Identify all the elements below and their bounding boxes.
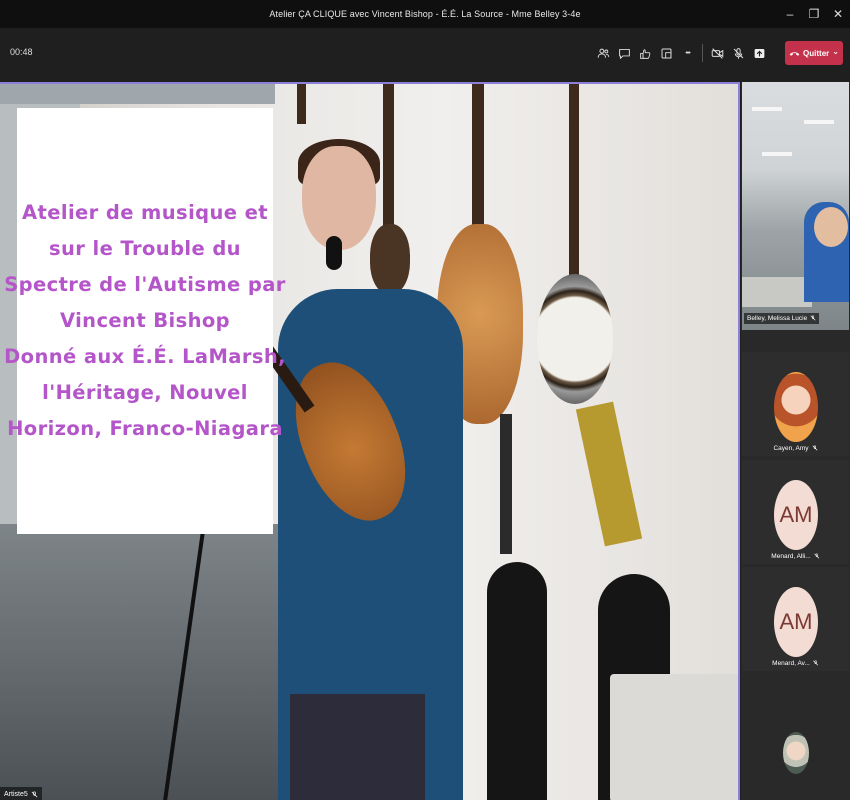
banjo-neck bbox=[569, 84, 579, 279]
card-line: Vincent Bishop bbox=[59, 309, 231, 333]
participant-name-tag: Menard, Av... bbox=[769, 658, 822, 669]
mic-off-icon bbox=[733, 47, 744, 59]
toolbar-divider bbox=[702, 44, 703, 62]
meeting-toolbar: 00:48 ••• Quitter ⌄ bbox=[0, 28, 850, 80]
background-room bbox=[0, 524, 290, 800]
participant-name: Belley, Melissa Lucie bbox=[747, 315, 808, 322]
leave-button[interactable]: Quitter ⌄ bbox=[785, 41, 843, 65]
banjo bbox=[537, 274, 613, 404]
share-button[interactable] bbox=[749, 43, 770, 63]
avatar: AM bbox=[774, 480, 818, 550]
rooms-icon bbox=[661, 48, 672, 58]
mic-off-icon bbox=[31, 791, 38, 798]
table bbox=[610, 674, 738, 800]
background-window bbox=[0, 84, 275, 104]
performer-legs bbox=[290, 694, 425, 800]
participants-button[interactable] bbox=[593, 43, 614, 63]
card-line: Horizon, Franco-Niagara bbox=[7, 417, 283, 441]
chevron-down-icon[interactable]: ⌄ bbox=[832, 47, 839, 56]
ceiling-light bbox=[762, 152, 792, 156]
meeting-controls: ••• bbox=[593, 43, 770, 63]
mic-off-icon bbox=[810, 315, 816, 321]
card-line: Spectre de l'Autisme par bbox=[4, 273, 286, 297]
avatar: AM bbox=[774, 587, 818, 657]
speaker-name-tag: Artiste5 bbox=[0, 787, 42, 800]
participant-name-tag: Menard, Alli... bbox=[768, 551, 822, 562]
minimize-button[interactable]: – bbox=[778, 0, 802, 28]
participant-tile[interactable]: AM Menard, Alli... bbox=[742, 460, 849, 564]
meeting-timer: 00:48 bbox=[10, 47, 33, 57]
guitar-neck bbox=[297, 84, 306, 124]
mic-off-icon bbox=[813, 660, 819, 666]
window-controls: – ❐ ✕ bbox=[778, 0, 850, 28]
chat-icon bbox=[619, 48, 630, 59]
camera-off-icon bbox=[711, 47, 724, 59]
more-button[interactable]: ••• bbox=[677, 43, 698, 63]
main-video-stage: Atelier de musique et sur le Trouble du … bbox=[0, 82, 740, 800]
avatar bbox=[774, 372, 818, 442]
participant-name-tag: Belley, Melissa Lucie bbox=[744, 313, 820, 324]
workshop-title-card: Atelier de musique et sur le Trouble du … bbox=[4, 108, 286, 534]
microphone bbox=[326, 236, 342, 270]
self-view-avatar[interactable] bbox=[783, 732, 809, 774]
card-line: Donné aux É.É. LaMarsh, bbox=[4, 345, 286, 369]
participant-name: Menard, Alli... bbox=[771, 553, 811, 560]
participant-name-tag: Cayen, Amy bbox=[770, 443, 820, 454]
participant-name: Menard, Av... bbox=[772, 660, 810, 667]
performer-face bbox=[302, 146, 376, 250]
ceiling-light bbox=[804, 120, 834, 124]
student-face bbox=[814, 207, 848, 247]
guitar-strap bbox=[500, 414, 512, 554]
banjo-strap bbox=[575, 401, 643, 547]
electric-guitar bbox=[370, 224, 410, 294]
camera-toggle-button[interactable] bbox=[707, 43, 728, 63]
mic-off-icon bbox=[814, 553, 820, 559]
speaker-name: Artiste5 bbox=[4, 791, 28, 798]
more-icon: ••• bbox=[685, 49, 690, 57]
reactions-button[interactable] bbox=[635, 43, 656, 63]
participant-tile[interactable]: AM Menard, Av... bbox=[742, 567, 849, 671]
instrument-case bbox=[487, 562, 547, 800]
card-line: sur le Trouble du bbox=[49, 237, 241, 261]
participant-tile[interactable]: Belley, Melissa Lucie bbox=[742, 82, 849, 330]
leave-label: Quitter bbox=[803, 48, 830, 58]
restore-button[interactable]: ❐ bbox=[802, 0, 826, 28]
mic-toggle-button[interactable] bbox=[728, 43, 749, 63]
ceiling-light bbox=[752, 107, 782, 111]
card-line: l'Héritage, Nouvel bbox=[42, 381, 248, 405]
reactions-icon bbox=[640, 48, 651, 59]
phone-hangup-icon bbox=[789, 51, 800, 56]
close-button[interactable]: ✕ bbox=[826, 0, 850, 28]
guitar-neck bbox=[472, 84, 484, 234]
classroom-desk bbox=[742, 277, 812, 307]
participant-name: Cayen, Amy bbox=[773, 445, 809, 452]
title-bar: Atelier ÇA CLIQUE avec Vincent Bishop - … bbox=[0, 0, 850, 28]
window-title: Atelier ÇA CLIQUE avec Vincent Bishop - … bbox=[269, 9, 581, 19]
participant-tile[interactable]: Cayen, Amy bbox=[742, 352, 849, 456]
rooms-button[interactable] bbox=[656, 43, 677, 63]
participants-icon bbox=[597, 48, 610, 58]
guitar-neck bbox=[383, 84, 394, 234]
chat-button[interactable] bbox=[614, 43, 635, 63]
mic-off-icon bbox=[812, 445, 817, 451]
share-icon bbox=[754, 48, 765, 58]
participant-panel: Belley, Melissa Lucie Cayen, Amy AM Mena… bbox=[741, 82, 850, 800]
card-line: Atelier de musique et bbox=[22, 201, 268, 225]
